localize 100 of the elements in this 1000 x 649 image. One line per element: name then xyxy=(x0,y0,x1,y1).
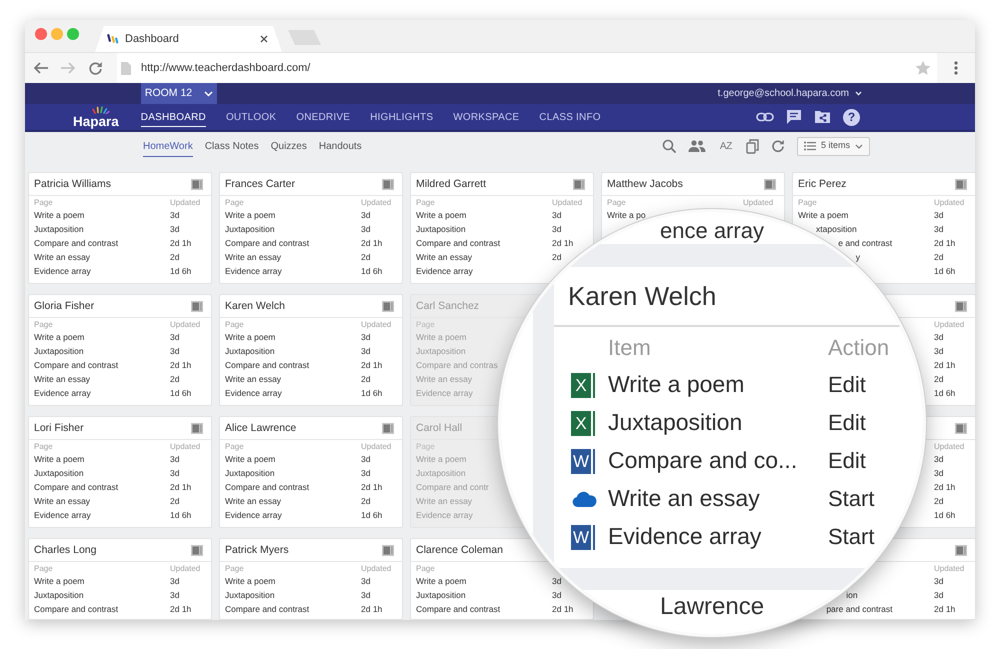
subnav-tab[interactable]: HomeWork xyxy=(143,136,193,156)
address-field[interactable]: http://www.teacherdashboard.com/ xyxy=(117,53,937,83)
notebook-icon[interactable] xyxy=(955,300,967,312)
column-header: Updated xyxy=(361,320,392,330)
column-header: Updated xyxy=(361,564,392,574)
updated-time: 3d xyxy=(934,455,944,465)
page-title: e and contrast xyxy=(838,239,892,249)
window-control-dot-icon[interactable] xyxy=(67,28,79,40)
star-icon[interactable] xyxy=(915,60,931,76)
nav-link[interactable]: HIGHLIGHTS xyxy=(370,108,434,126)
updated-time: 1d 6h xyxy=(934,267,956,277)
refresh-icon[interactable] xyxy=(771,139,785,153)
student-name: Matthew Jacobs xyxy=(607,178,683,190)
nav-link[interactable]: DASHBOARD xyxy=(140,108,206,126)
file-name: Evidence array xyxy=(608,524,762,550)
page-title: Write an essay xyxy=(225,253,282,263)
notebook-icon[interactable] xyxy=(764,178,776,190)
updated-time: 3d xyxy=(170,347,180,357)
notebook-icon[interactable] xyxy=(382,300,394,312)
help-button[interactable]: ? xyxy=(843,108,860,126)
notebook-icon[interactable] xyxy=(191,544,203,556)
browser-tab[interactable]: Dashboard xyxy=(95,26,282,52)
list-icon xyxy=(804,141,816,151)
search-icon[interactable] xyxy=(662,139,676,153)
notebook-icon[interactable] xyxy=(382,178,394,190)
column-header: Page xyxy=(225,442,244,452)
subnav-tab[interactable]: Quizzes xyxy=(270,136,307,156)
notebook-icon[interactable] xyxy=(382,544,394,556)
window-control-dot-icon[interactable] xyxy=(51,28,63,40)
page-title: Evidence array xyxy=(416,511,473,521)
action-link[interactable]: Edit xyxy=(828,410,866,436)
updated-time: 3d xyxy=(552,591,562,601)
column-header: Page xyxy=(34,198,53,208)
page-title: Evidence array xyxy=(34,511,91,521)
link-icon[interactable] xyxy=(756,112,774,122)
magnified-student-name: Karen Welch xyxy=(568,282,716,310)
updated-time: 1d 6h xyxy=(170,511,192,521)
copy-icon[interactable] xyxy=(746,138,759,154)
page-title: Write an essay xyxy=(225,375,282,385)
column-header: Updated xyxy=(170,320,200,330)
student-name: Gloria Fisher xyxy=(34,300,94,312)
kebab-menu-icon[interactable] xyxy=(954,61,958,75)
people-icon[interactable] xyxy=(688,140,706,152)
updated-time: 2d xyxy=(170,497,180,507)
room-dropdown[interactable]: ROOM 12 xyxy=(141,83,217,104)
notebook-icon[interactable] xyxy=(955,178,967,190)
page-title: pare and contrast xyxy=(826,605,892,615)
column-header: Page xyxy=(798,198,817,208)
notebook-icon[interactable] xyxy=(955,544,967,556)
chat-icon[interactable] xyxy=(786,109,802,125)
updated-time: 3d xyxy=(934,211,944,221)
page-title: Write an essay xyxy=(34,375,90,385)
folder-share-icon[interactable] xyxy=(814,110,831,124)
action-link[interactable]: Edit xyxy=(828,372,866,398)
nav-link[interactable]: ONEDRIVE xyxy=(296,108,350,126)
notebook-icon[interactable] xyxy=(191,178,203,190)
window-control-dot-icon[interactable] xyxy=(35,28,47,40)
updated-time: 3d xyxy=(170,591,180,601)
nav-link[interactable]: OUTLOOK xyxy=(226,108,276,126)
chevron-down-icon xyxy=(204,90,214,96)
action-link[interactable]: Start xyxy=(828,524,874,550)
sort-button[interactable]: AZ xyxy=(718,138,734,154)
student-name: Mildred Garrett xyxy=(416,178,486,190)
subnav-tab[interactable]: Class Notes xyxy=(204,136,259,156)
student-name: Charles Long xyxy=(34,544,96,556)
notebook-icon[interactable] xyxy=(191,300,203,312)
page-title: Compare and contrast xyxy=(225,483,310,493)
page-title: Compare and contrast xyxy=(34,361,118,371)
page-title: y xyxy=(856,253,860,263)
notebook-icon[interactable] xyxy=(191,422,203,434)
updated-time: 3d xyxy=(361,225,370,235)
spreadsheet-file-icon: X xyxy=(571,372,597,398)
close-icon[interactable] xyxy=(260,35,268,43)
back-arrow-icon[interactable] xyxy=(33,61,49,75)
page-title: Juxtaposition xyxy=(416,469,466,479)
updated-time: 3d xyxy=(361,469,370,479)
subnav-tab[interactable]: Handouts xyxy=(318,136,362,156)
page-title: Write a poem xyxy=(416,211,466,221)
page-title: Juxtaposition xyxy=(34,469,84,479)
page-title: xtaposition xyxy=(816,225,857,235)
action-link[interactable]: Start xyxy=(828,486,874,512)
action-link[interactable]: Edit xyxy=(828,448,866,474)
updated-time: 2d xyxy=(361,253,370,263)
column-header: Updated xyxy=(934,198,964,208)
user-menu[interactable]: t.george@school.hapara.com xyxy=(718,83,862,104)
notebook-icon[interactable] xyxy=(955,422,967,434)
notebook-icon[interactable] xyxy=(382,422,394,434)
updated-time: 3d xyxy=(934,591,944,601)
notebook-icon[interactable] xyxy=(573,178,585,190)
page-title: Write a poem xyxy=(225,211,276,221)
page-title: Juxtaposition xyxy=(225,469,275,479)
nav-link[interactable]: CLASS INFO xyxy=(539,108,601,126)
nav-link[interactable]: WORKSPACE xyxy=(453,108,520,126)
updated-time: 3d xyxy=(361,347,370,357)
column-header: Action xyxy=(828,336,890,360)
file-name: Compare and co... xyxy=(608,448,798,474)
reload-icon[interactable] xyxy=(88,60,103,76)
items-select[interactable]: 5 items xyxy=(797,136,870,156)
page-title: Juxtaposition xyxy=(225,347,275,357)
app-logo[interactable]: Hapara xyxy=(73,114,119,128)
